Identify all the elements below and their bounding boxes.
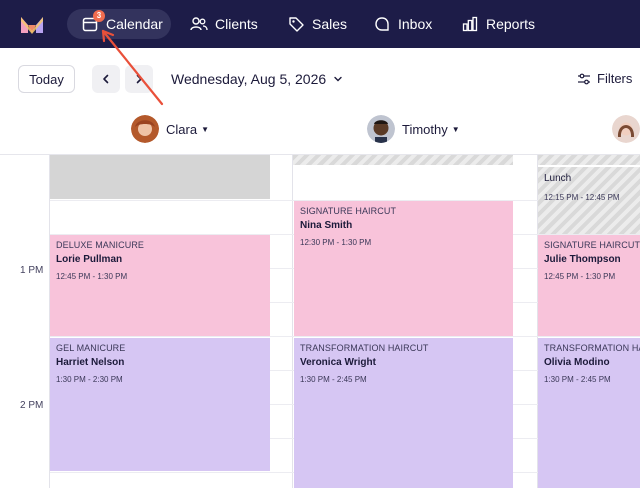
appointment-time: 1:30 PM - 2:45 PM bbox=[300, 375, 367, 384]
filter-sliders-icon bbox=[578, 73, 590, 84]
lunch-time: 12:15 PM - 12:45 PM bbox=[544, 193, 620, 202]
unavailable-block bbox=[50, 155, 270, 199]
date-selector[interactable]: Wednesday, Aug 5, 2026 bbox=[171, 71, 343, 87]
appointment-client: Lorie Pullman bbox=[56, 254, 123, 265]
lunch-label: Lunch bbox=[544, 173, 572, 184]
blocked-time bbox=[293, 155, 513, 165]
blocked-time bbox=[538, 155, 640, 165]
staff-selector-clara[interactable]: Clara ▼ bbox=[131, 115, 209, 143]
appointment-service: GEL MANICURE bbox=[56, 343, 126, 353]
caret-down-icon: ▼ bbox=[451, 124, 460, 134]
appointment-time: 12:45 PM - 1:30 PM bbox=[56, 272, 128, 281]
appointment-card[interactable]: TRANSFORMATION HAIRCUT Olivia Modino 1:3… bbox=[538, 338, 640, 488]
appointment-card[interactable]: GEL MANICURE Harriet Nelson 1:30 PM - 2:… bbox=[50, 338, 270, 471]
filters-label: Filters bbox=[597, 71, 633, 86]
staff-selector-timothy[interactable]: Timothy ▼ bbox=[367, 115, 460, 143]
grid-line bbox=[50, 336, 640, 337]
current-date: Wednesday, Aug 5, 2026 bbox=[171, 71, 327, 87]
appointment-time: 12:45 PM - 1:30 PM bbox=[544, 272, 616, 281]
appointment-client: Harriet Nelson bbox=[56, 357, 125, 368]
appointment-card[interactable]: SIGNATURE HAIRCUT Julie Thompson 12:45 P… bbox=[538, 235, 640, 336]
lunch-break[interactable]: Lunch 12:15 PM - 12:45 PM bbox=[538, 167, 640, 234]
time-label: 2 PM bbox=[20, 400, 44, 411]
appointment-service: SIGNATURE HAIRCUT bbox=[544, 240, 640, 250]
appointment-client: Nina Smith bbox=[300, 220, 353, 231]
appointment-card[interactable]: TRANSFORMATION HAIRCUT Veronica Wright 1… bbox=[294, 338, 513, 488]
appointment-card[interactable]: SIGNATURE HAIRCUT Nina Smith 12:30 PM - … bbox=[294, 201, 513, 336]
avatar bbox=[131, 115, 159, 143]
appointment-service: TRANSFORMATION HAIRCUT bbox=[300, 343, 429, 353]
staff-name: Clara bbox=[166, 121, 198, 137]
avatar bbox=[612, 115, 640, 143]
staff-name: Timothy bbox=[402, 121, 448, 137]
staff-selector-third[interactable] bbox=[612, 115, 640, 143]
time-label: 1 PM bbox=[20, 265, 44, 276]
appointment-time: 12:30 PM - 1:30 PM bbox=[300, 238, 372, 247]
avatar bbox=[367, 115, 395, 143]
appointment-time: 1:30 PM - 2:45 PM bbox=[544, 375, 611, 384]
chevron-down-icon bbox=[334, 76, 342, 82]
filters-button[interactable]: Filters bbox=[577, 71, 632, 86]
appointment-client: Olivia Modino bbox=[544, 357, 610, 368]
appointment-service: DELUXE MANICURE bbox=[56, 240, 145, 250]
appointment-client: Veronica Wright bbox=[300, 357, 376, 368]
caret-down-icon: ▼ bbox=[201, 124, 209, 134]
appointment-client: Julie Thompson bbox=[544, 254, 621, 265]
appointment-service: SIGNATURE HAIRCUT bbox=[300, 206, 397, 216]
appointment-card[interactable]: DELUXE MANICURE Lorie Pullman 12:45 PM -… bbox=[50, 235, 270, 336]
appointment-service: TRANSFORMATION HAIRCUT bbox=[544, 343, 640, 353]
appointment-time: 1:30 PM - 2:30 PM bbox=[56, 375, 123, 384]
